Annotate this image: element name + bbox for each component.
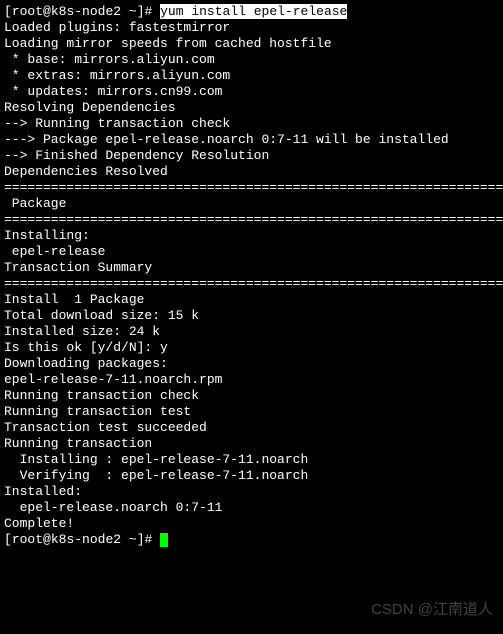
output-line: epel-release-7-11.noarch.rpm [4,372,499,388]
watermark: CSDN @江南道人 [371,602,493,618]
output-line: Complete! [4,516,499,532]
output-line: epel-release.noarch 0:7-11 [4,500,499,516]
output-line: ========================================… [4,276,499,292]
output-line: Installing : epel-release-7-11.noarch [4,452,499,468]
output-line: Resolving Dependencies [4,100,499,116]
prompt-path: ~ [129,532,137,547]
output-line: Downloading packages: [4,356,499,372]
output-line: Installed: [4,484,499,500]
command-text: yum install epel-release [160,4,347,19]
prompt-user: root [12,532,43,547]
output-line: * base: mirrors.aliyun.com [4,52,499,68]
output-line: Loaded plugins: fastestmirror [4,20,499,36]
output-line: Running transaction [4,436,499,452]
output-line: Running transaction check [4,388,499,404]
output-line: Installing: [4,228,499,244]
prompt-host: k8s-node2 [51,532,121,547]
output-line: ========================================… [4,180,499,196]
output-line: Install 1 Package [4,292,499,308]
terminal-cursor[interactable] [160,533,168,547]
output-line: * updates: mirrors.cn99.com [4,84,499,100]
prompt-path: ~ [129,4,137,19]
output-line: epel-release [4,244,499,260]
output-line: Verifying : epel-release-7-11.noarch [4,468,499,484]
output-line: Package [4,196,499,212]
output-line: Dependencies Resolved [4,164,499,180]
output-line: Running transaction test [4,404,499,420]
output-line: Transaction test succeeded [4,420,499,436]
output-line: --> Running transaction check [4,116,499,132]
output-line: * extras: mirrors.aliyun.com [4,68,499,84]
output-line: Loading mirror speeds from cached hostfi… [4,36,499,52]
output-line: --> Finished Dependency Resolution [4,148,499,164]
output-line: ---> Package epel-release.noarch 0:7-11 … [4,132,499,148]
prompt-host: k8s-node2 [51,4,121,19]
output-line: Installed size: 24 k [4,324,499,340]
prompt-user: root [12,4,43,19]
output-line: Transaction Summary [4,260,499,276]
output-line: Total download size: 15 k [4,308,499,324]
output-line: ========================================… [4,212,499,228]
output-line: Is this ok [y/d/N]: y [4,340,499,356]
prompt-line[interactable]: [root@k8s-node2 ~]# yum install epel-rel… [4,4,499,20]
prompt-line[interactable]: [root@k8s-node2 ~]# [4,532,499,548]
terminal-output: [root@k8s-node2 ~]# yum install epel-rel… [4,4,499,548]
